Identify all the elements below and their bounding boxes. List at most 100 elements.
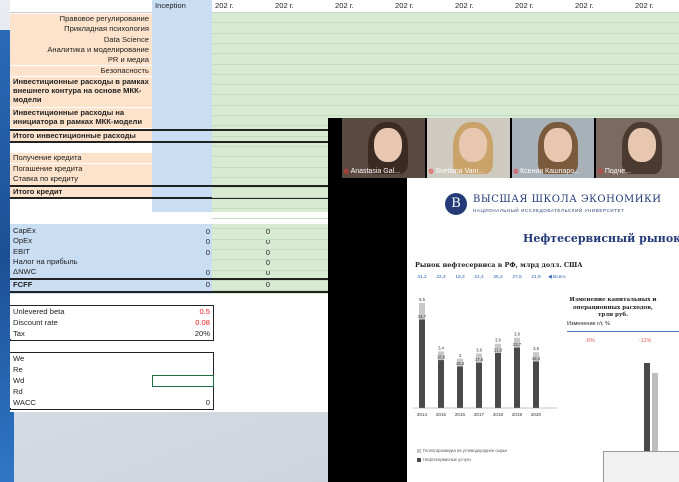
invest-category[interactable]: Аналитика и моделирование [10,44,152,56]
flow-value-inception[interactable]: 0 [152,268,212,277]
muted-mic-icon: ⦸ [598,168,603,175]
grid-line [212,63,679,65]
credit-total-label[interactable]: Итого кредит [10,187,152,198]
participant-tile[interactable]: ⦸ Svetlana Vani... [426,118,510,178]
participant-tile[interactable]: ⦸ Ксения Кашпаро... [511,118,595,178]
flow-row-label[interactable]: OpEx [10,236,152,246]
shared-slide: В ВЫСШАЯ ШКОЛА ЭКОНОМИКИ НАЦИОНАЛЬНЫЙ ИС… [407,178,679,482]
participant-tile[interactable]: ⦸ Подче... [596,118,679,178]
param-label[interactable]: Unlevered beta [10,306,152,317]
total-label: 21,9 [531,274,541,280]
legend-marker-label: ◀ Всего [548,274,566,280]
bar-services [514,347,520,408]
header-year[interactable]: 202 г. [455,0,474,12]
invest-category[interactable]: Правовое регулирование [10,14,152,25]
wacc-label[interactable]: Re [10,364,152,375]
participant-name-text: Подче... [604,168,632,175]
header-year[interactable]: 202 г. [335,0,354,12]
x-tick-label: 2019 [512,412,523,417]
bar-chart: 41,2 22,4 19,3 21,4 25,2 27,5 21,9 ◀ Всего 34,7 6… [413,274,566,417]
bar-value-services: 18,8 [437,355,446,360]
total-label: 21,4 [474,274,484,280]
wacc-value[interactable]: 0 [152,398,212,407]
participant-name: ⦸ Ксения Кашпаро... [514,168,580,176]
invest-external-label[interactable]: Инвестиционные расходы в рамках внешнего… [10,76,152,107]
grid-line [212,84,679,86]
participant-name: ⦸ Anastasia Gal... [344,168,400,176]
wacc-label[interactable]: Wd [10,375,152,386]
flow-value-inception[interactable]: 0 [152,248,212,257]
bar-services [533,361,539,408]
participant-name-text: Anastasia Gal... [350,168,400,175]
param-value[interactable]: 0.5 [152,307,212,316]
invest-initiator-label[interactable]: Инвестиционные расходы на инициатора в р… [10,107,152,128]
flow-value-inception[interactable]: 0 [152,237,212,246]
header-year[interactable]: 202 г. [215,0,234,12]
total-label: 19,3 [455,274,465,280]
video-call-window[interactable]: ⦸ Anastasia Gal... ⦸ Svetlana Vani... ⦸ Ксени… [328,118,679,482]
grid-line [212,22,679,24]
invest-total-border-bottom [10,140,330,143]
param-label[interactable]: Tax [10,328,152,339]
muted-mic-icon: ⦸ [344,168,349,175]
bar-value-services: 18,3 [532,356,541,361]
flow-row-label[interactable]: EBIT [10,247,152,257]
bar-services [476,362,482,408]
invest-category[interactable]: Прикладная психология [10,24,152,35]
x-tick-label: 2014 [417,412,428,417]
header-year[interactable]: 202 г. [635,0,654,12]
fcff-value-inception[interactable]: 0 [152,280,212,289]
credit-row-label[interactable]: Погашение кредита [10,163,152,174]
chart-title: Рынок нефтесервиса в РФ, млрд долл. США [415,261,583,269]
wacc-label[interactable]: We [10,353,152,364]
header-year[interactable]: 202 г. [275,0,294,12]
credit-row-label[interactable]: Получение кредита [10,152,152,164]
bar-value-services: 17,8 [475,357,484,362]
participant-face [374,128,402,162]
x-tick-label: 2015 [436,412,447,417]
param-label[interactable]: Discount rate [10,317,152,328]
x-tick-label: 2017 [474,412,485,417]
bar-services [457,366,463,408]
flow-row-label[interactable]: ΔNWC [10,267,152,277]
param-value[interactable]: 0.08 [152,318,212,327]
university-name: ВЫСШАЯ ШКОЛА ЭКОНОМИКИ [473,194,662,205]
invest-category[interactable]: Data Science [10,34,152,45]
bar-value-services: 21,6 [494,347,503,352]
selected-cell[interactable] [152,375,214,387]
participant-strip: ⦸ Anastasia Gal... ⦸ Svetlana Vani... ⦸ Ксени… [342,118,679,178]
invest-total-label[interactable]: Итого инвестиционные расходы [10,130,152,141]
bar-value-exploration: 3 [459,353,462,358]
bar-services [495,352,501,408]
pct-change-2: -11% [639,338,652,344]
header-year[interactable]: 202 г. [515,0,534,12]
participant-face [628,128,657,162]
participant-tile[interactable]: ⦸ Anastasia Gal... [342,118,425,178]
right-chart-subtitle: Изменение г/г, % [567,321,610,327]
flow-value-inception[interactable]: 0 [152,227,212,236]
flow-row-label[interactable]: Налог на прибыль [10,257,152,267]
wacc-label[interactable]: WACC [10,397,152,408]
grid-line [212,73,679,75]
grid-line [212,94,679,96]
invest-category[interactable]: PR и медиа [10,55,152,66]
fcff-value-year1[interactable]: 0 [212,280,272,289]
university-logo-icon: В [445,193,467,215]
grid-line [212,115,679,116]
fcff-label[interactable]: FCFF [10,280,152,290]
invest-category[interactable]: Безопасность [10,65,152,76]
total-label: 22,4 [436,274,446,280]
grid-line [212,32,679,34]
param-value[interactable]: 20% [152,329,212,338]
participant-name: ⦸ Svetlana Vani... [429,168,484,176]
flow-row-label[interactable]: CapEx [10,226,152,236]
bar-value-exploration: 3,4 [438,345,444,350]
header-year[interactable]: 202 г. [575,0,594,12]
header-year[interactable]: 202 г. [395,0,414,12]
participant-name-text: Ксения Кашпаро... [520,168,580,175]
credit-row-label[interactable]: Ставка по кредиту [10,174,152,185]
x-tick-label: 2016 [455,412,466,417]
muted-mic-icon: ⦸ [513,168,519,175]
header-inception[interactable]: Inception [155,0,186,12]
wacc-label[interactable]: Rd [10,386,152,397]
